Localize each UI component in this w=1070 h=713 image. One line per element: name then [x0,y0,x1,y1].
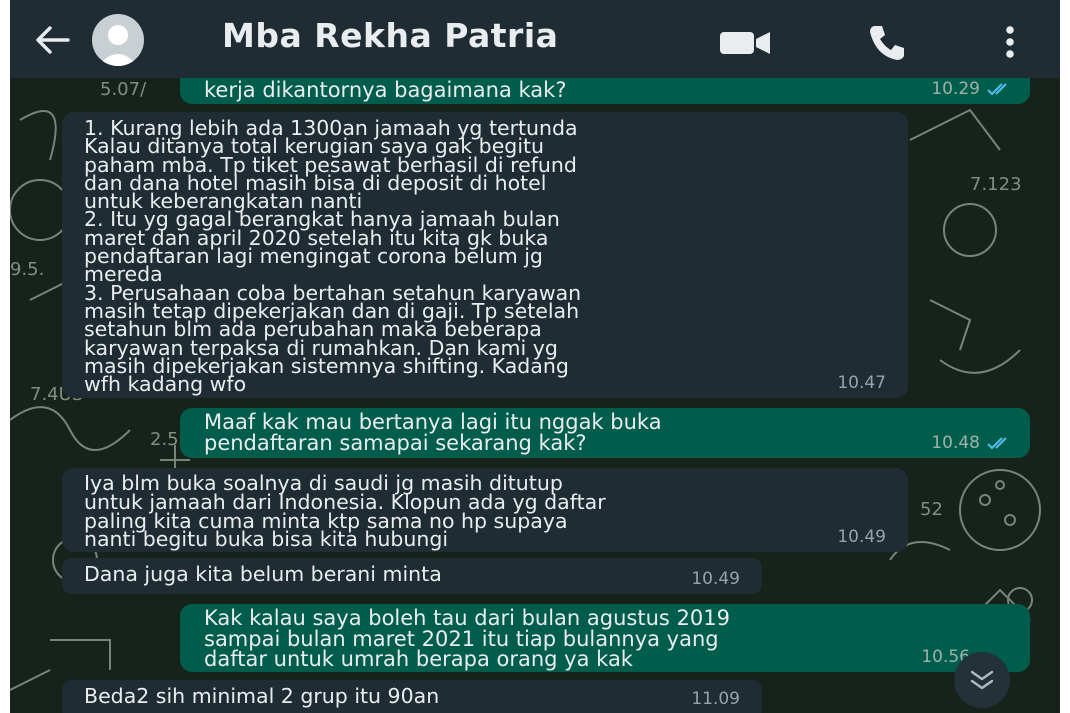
svg-text:7.123: 7.123 [970,174,1022,195]
svg-text:2.5: 2.5 [150,429,179,450]
message-text: Dana juga kita belum berani minta [84,562,442,586]
message-time: 10.49 [837,526,886,547]
chat-header: Mba Rekha Patria [10,0,1060,78]
message-incoming[interactable]: 1. Kurang lebih ada 1300an jamaah yg ter… [62,112,908,398]
message-incoming[interactable]: Beda2 sih minimal 2 grup itu 90an 11.09 [62,680,762,713]
message-time: 11.09 [691,688,740,709]
svg-text:5.07/: 5.07/ [100,79,147,100]
message-time: 10.48 [931,432,980,453]
message-outgoing[interactable]: Maaf kak mau bertanya lagi itu nggak buk… [180,408,1030,458]
contact-name[interactable]: Mba Rekha Patria [222,16,558,55]
svg-text:52: 52 [920,499,943,520]
message-time: 10.49 [691,568,740,589]
voice-call-icon[interactable] [864,20,908,64]
message-outgoing[interactable]: Kak kalau saya boleh tau dari bulan agus… [180,604,1030,672]
message-text: Kak kalau saya boleh tau dari bulan agus… [204,606,730,671]
message-text: Maaf kak mau bertanya lagi itu nggak buk… [204,410,662,455]
double-chevron-down-icon [970,670,994,690]
scroll-to-bottom-button[interactable] [954,652,1010,708]
message-text: Iya blm buka soalnya di saudi jg masih d… [84,471,606,552]
message-text: Beda2 sih minimal 2 grup itu 90an [84,684,440,708]
video-call-icon[interactable] [714,24,778,60]
message-text: 1. Kurang lebih ada 1300an jamaah yg ter… [84,116,582,397]
read-ticks-icon [987,82,1007,96]
chat-screen: 5.07/ 7.123 9.5. 2.5 52 7.4US Mba Rekha … [10,0,1060,713]
message-incoming[interactable]: Iya blm buka soalnya di saudi jg masih d… [62,468,908,552]
svg-text:9.5.: 9.5. [10,259,44,280]
message-incoming[interactable]: Dana juga kita belum berani minta 10.49 [62,558,762,594]
message-meta: 10.48 [931,432,1014,454]
message-time: 10.29 [931,78,980,99]
menu-dots-icon[interactable] [1000,22,1020,62]
message-meta: 10.29 [931,78,1014,100]
avatar[interactable] [92,14,144,66]
back-arrow-icon[interactable] [32,20,72,60]
read-ticks-icon [987,436,1007,450]
message-time: 10.47 [837,372,886,393]
message-text: kerja dikantornya bagaimana kak? [204,78,567,102]
